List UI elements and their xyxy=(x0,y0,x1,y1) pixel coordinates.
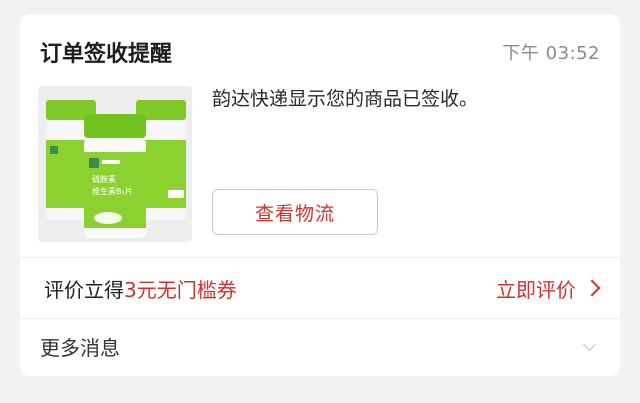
bottle-label-line1: 硫胺素 xyxy=(92,174,116,184)
review-promo-prefix: 评价立得 xyxy=(44,277,124,302)
coupon-highlight: 3元无门槛券 xyxy=(124,277,237,302)
card-title: 订单签收提醒 xyxy=(40,42,173,67)
timestamp: 下午 03:52 xyxy=(502,43,600,64)
card-header: 订单签收提醒 下午 03:52 xyxy=(40,36,600,68)
chevron-right-icon xyxy=(583,279,601,297)
bottle-label-line2: 维生素B₁片 xyxy=(92,186,133,196)
review-promo: 评价立得3元无门槛券 xyxy=(44,274,237,303)
view-logistics-button[interactable]: 查看物流 xyxy=(212,189,378,235)
vitamin-bottles-image: 硫胺素 维生素B₁片 xyxy=(38,86,192,242)
review-now-label: 立即评价 xyxy=(496,277,576,302)
review-now-link[interactable]: 立即评价 xyxy=(496,274,601,303)
order-receipt-card: 订单签收提醒 下午 03:52 硫胺素 维生素B₁片 韵达快递显示您的商品已签收… xyxy=(20,14,620,376)
more-messages-row[interactable]: 更多消息 xyxy=(40,328,600,364)
divider xyxy=(20,318,620,319)
more-messages-label: 更多消息 xyxy=(40,335,120,360)
product-image[interactable]: 硫胺素 维生素B₁片 xyxy=(38,86,192,242)
chevron-down-icon xyxy=(583,337,596,351)
review-row[interactable]: 评价立得3元无门槛券 立即评价 xyxy=(44,270,601,306)
divider xyxy=(20,257,620,258)
bottle-front: 硫胺素 维生素B₁片 xyxy=(84,114,146,238)
delivery-message: 韵达快递显示您的商品已签收。 xyxy=(212,88,479,110)
